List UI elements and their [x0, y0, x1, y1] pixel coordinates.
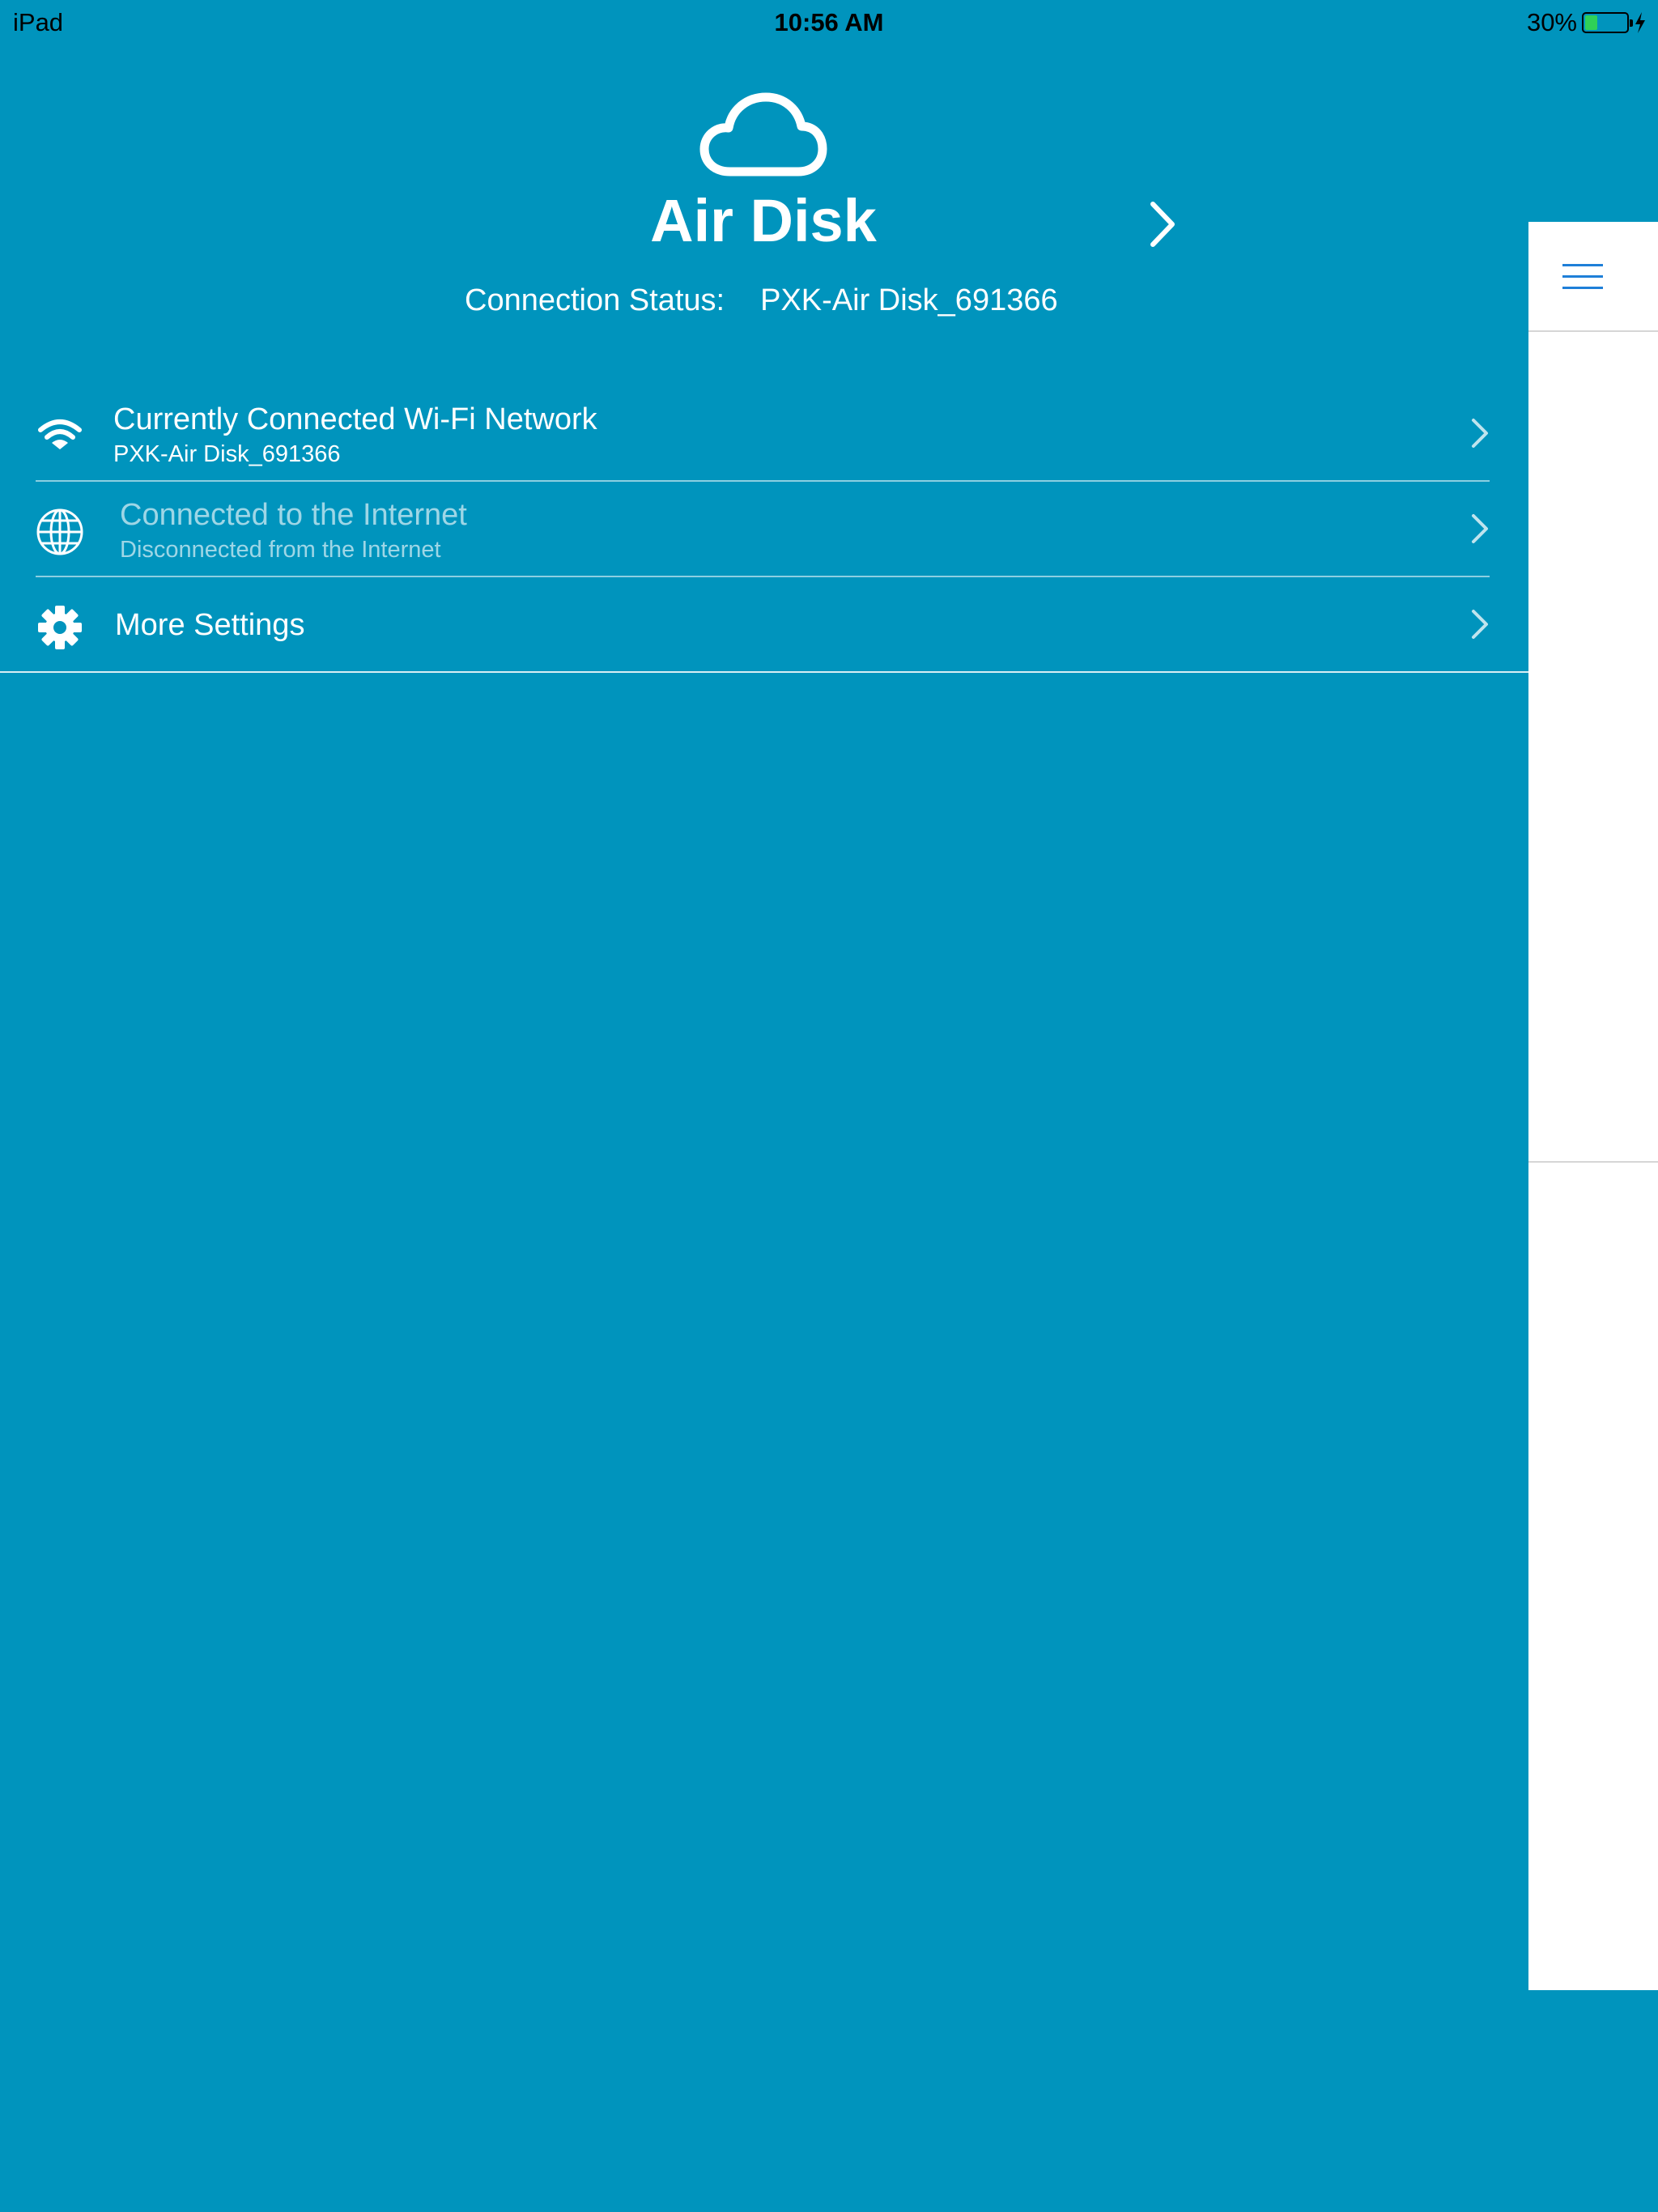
hamburger-menu-icon[interactable]: [1562, 262, 1603, 291]
bolt-icon: [1635, 12, 1645, 33]
status-bar: iPad 10:56 AM 30%: [0, 0, 1658, 45]
battery-icon: [1582, 12, 1633, 33]
wifi-icon: [38, 419, 82, 449]
menu-item-title: More Settings: [115, 608, 305, 642]
side-panel-divider: [1528, 1161, 1658, 1163]
connection-status-value: PXK-Air Disk_691366: [760, 283, 1058, 317]
side-panel-header: [1528, 222, 1658, 332]
chevron-right-icon: [1472, 514, 1488, 543]
battery-status: 30%: [1527, 8, 1647, 37]
chevron-right-icon: [1472, 610, 1488, 639]
menu-item-title: Currently Connected Wi-Fi Network: [113, 402, 597, 436]
menu-item-wifi-network[interactable]: Currently Connected Wi-Fi Network PXK-Ai…: [36, 386, 1490, 482]
settings-list: Currently Connected Wi-Fi Network PXK-Ai…: [0, 386, 1528, 673]
side-panel: [1528, 222, 1658, 1990]
menu-item-title: Connected to the Internet: [120, 498, 467, 532]
cloud-icon: [699, 92, 827, 177]
status-time: 10:56 AM: [774, 8, 884, 36]
globe-icon: [36, 508, 83, 555]
connection-status-label: Connection Status:: [465, 283, 725, 317]
gear-icon: [38, 606, 82, 649]
menu-item-internet[interactable]: Connected to the Internet Disconnected f…: [36, 482, 1490, 577]
menu-item-subtitle: PXK-Air Disk_691366: [113, 441, 341, 467]
app-title: Air Disk: [650, 187, 877, 254]
connection-status: Connection Status: PXK-Air Disk_691366: [465, 283, 1058, 318]
battery-fill: [1585, 15, 1597, 30]
chevron-right-icon[interactable]: [1148, 201, 1177, 248]
battery-percent: 30%: [1526, 8, 1577, 36]
menu-item-more-settings[interactable]: More Settings: [0, 577, 1528, 673]
menu-item-subtitle: Disconnected from the Internet: [120, 537, 441, 563]
chevron-right-icon: [1472, 419, 1488, 448]
